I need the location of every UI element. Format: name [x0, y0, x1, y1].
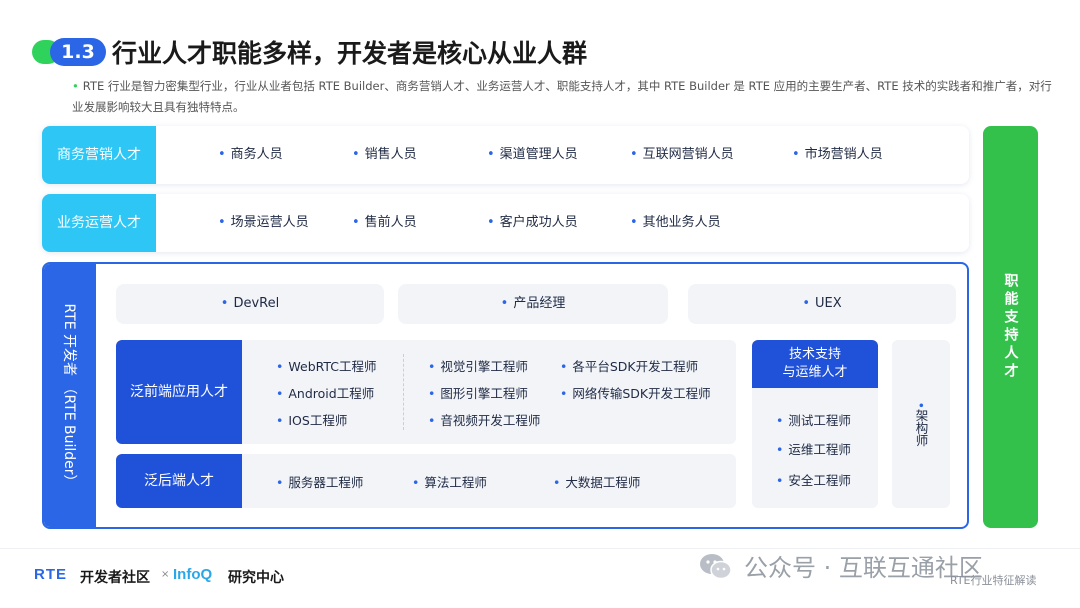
role-item: 其他业务人员 [630, 194, 721, 252]
role-item: 大数据工程师 [553, 472, 640, 491]
slide: 1.3 行业人才职能多样，开发者是核心从业人群 • RTE 行业是智力密集型行业，… [0, 0, 1080, 608]
frontend-label: 泛前端应用人才 [116, 340, 242, 444]
row-label-business-marketing: 商务营销人才 [42, 126, 156, 184]
architect-label: 架构师 [912, 402, 931, 447]
tech-support-ops-group: 技术支持 与运维人才 测试工程师 运维工程师 安全工程师 [752, 340, 878, 508]
role-item: 运维工程师 [776, 439, 851, 458]
row-business-operations: 业务运营人才 场景运营人员 售前人员 客户成功人员 其他业务人员 [42, 194, 969, 252]
frontend-group: 泛前端应用人才 WebRTC工程师 Android工程师 IOS工程师 视觉引擎… [116, 340, 736, 444]
logo-separator: × [161, 569, 170, 580]
section-badge: 1.3 [32, 38, 106, 66]
infoq-logo: InfoQ [173, 566, 213, 583]
rte-builder-side-label: RTE 开发者 （RTE Builder） [44, 264, 96, 527]
role-item: 各平台SDK开发工程师 [560, 356, 698, 375]
dev-community-logo-text: 开发者社区 [80, 570, 150, 586]
description: • RTE 行业是智力密集型行业，行业从业者包括 RTE Builder、商务营销… [72, 76, 1052, 118]
role-item: 服务器工程师 [276, 472, 363, 491]
role-item: 算法工程师 [412, 472, 487, 491]
role-item: 客户成功人员 [487, 194, 578, 252]
role-item: 网络传输SDK开发工程师 [560, 383, 710, 402]
role-pill-devrel: DevRel [116, 284, 384, 324]
role-item: 视觉引擎工程师 [428, 356, 528, 375]
role-item: Android工程师 [276, 383, 374, 402]
footer-caption: RTE行业特征解读 [950, 574, 1037, 587]
role-item: IOS工程师 [276, 410, 347, 429]
ops-label-line1: 技术支持 [788, 347, 841, 362]
row-business-marketing: 商务营销人才 商务人员 销售人员 渠道管理人员 互联网营销人员 市场营销人员 [42, 126, 969, 184]
role-item: 售前人员 [352, 194, 417, 252]
role-item: 互联网营销人员 [630, 126, 734, 184]
row-label-business-operations: 业务运营人才 [42, 194, 156, 252]
backend-group: 泛后端人才 服务器工程师 算法工程师 大数据工程师 [116, 454, 736, 508]
column-divider [403, 354, 404, 430]
role-item: 图形引擎工程师 [428, 383, 528, 402]
functional-support-bar: 职能支持人才 [983, 126, 1038, 528]
bullet-dot-icon: • [72, 79, 79, 93]
backend-label: 泛后端人才 [116, 454, 242, 508]
rte-builder-box: RTE 开发者 （RTE Builder） DevRel 产品经理 UEX 泛前… [42, 262, 969, 529]
ops-label-line2: 与运维人才 [782, 365, 848, 380]
research-center-logo-text: 研究中心 [228, 570, 284, 586]
description-text: RTE 行业是智力密集型行业，行业从业者包括 RTE Builder、商务营销人… [72, 79, 1052, 114]
role-pill-uex: UEX [688, 284, 956, 324]
wechat-icon [700, 554, 732, 580]
rte-logo: RTE [34, 566, 67, 583]
section-number: 1.3 [50, 38, 106, 66]
page-title: 行业人才职能多样，开发者是核心从业人群 [112, 39, 588, 68]
watermark-text: 公众号 · 互联互通社区 [744, 554, 983, 582]
role-item: 商务人员 [218, 126, 283, 184]
role-item: WebRTC工程师 [276, 356, 376, 375]
role-item: 场景运营人员 [218, 194, 309, 252]
role-pill-product-manager: 产品经理 [398, 284, 668, 324]
role-item: 渠道管理人员 [487, 126, 578, 184]
rte-builder-label-text: RTE 开发者 （RTE Builder） [61, 303, 77, 489]
role-item: 市场营销人员 [792, 126, 883, 184]
role-item: 音视频开发工程师 [428, 410, 540, 429]
tech-support-ops-label: 技术支持 与运维人才 [752, 340, 878, 388]
role-item: 安全工程师 [776, 470, 851, 489]
role-item: 测试工程师 [776, 410, 851, 429]
role-item: 销售人员 [352, 126, 417, 184]
architect-group: 架构师 [892, 340, 950, 508]
